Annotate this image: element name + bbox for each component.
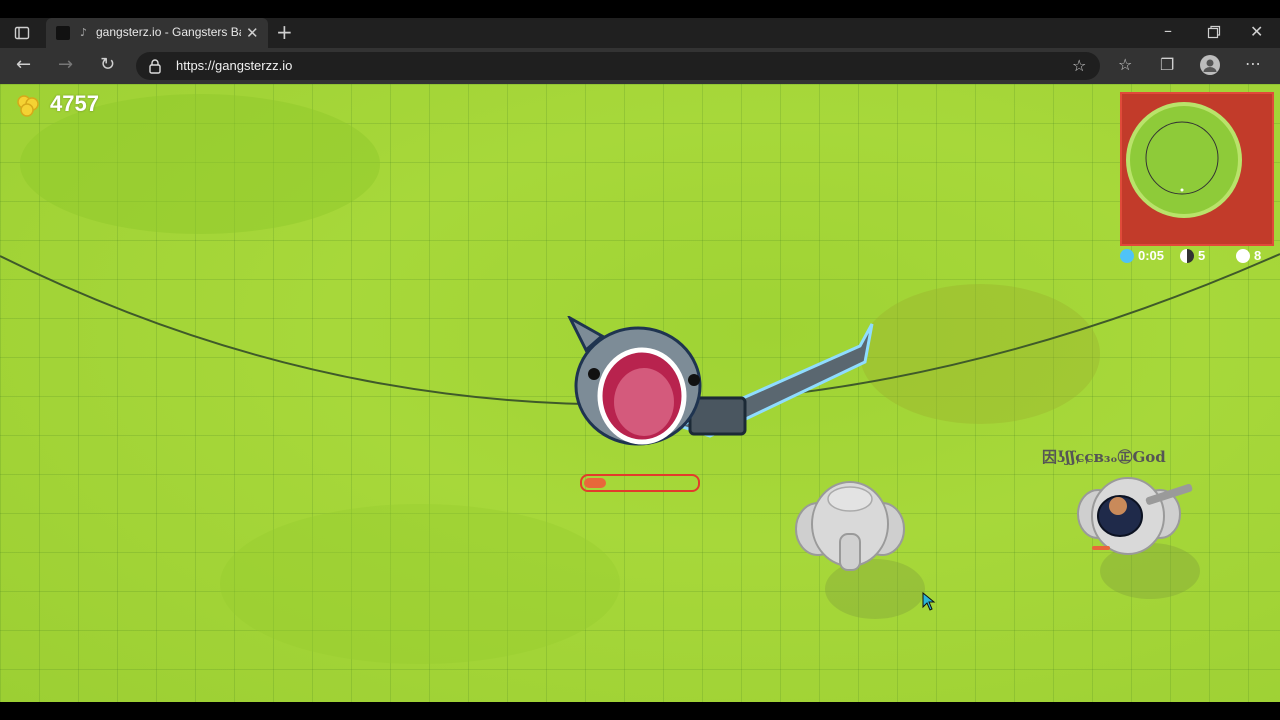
tab-title: gangsterz.io - Gangsters Batt: [96, 25, 241, 39]
favorites-icon[interactable]: ☆: [1118, 57, 1132, 73]
bottom-letterbox: [0, 702, 1280, 720]
new-tab-icon[interactable]: +: [276, 22, 293, 42]
more-icon[interactable]: ⋯: [1245, 56, 1261, 72]
forward-icon[interactable]: →: [58, 56, 73, 74]
audio-icon: ♪: [80, 26, 88, 39]
lock-icon[interactable]: [148, 58, 162, 77]
kills-icon: [1236, 249, 1250, 263]
stat-three-value: 8: [1254, 248, 1262, 263]
cursor-icon: [922, 592, 936, 611]
collections-icon[interactable]: ❐: [1160, 57, 1174, 73]
timer-value: 0:05: [1138, 248, 1165, 263]
url-field[interactable]: https://gangsterzz.io ☆: [136, 52, 1100, 80]
player-health-bar: [580, 474, 700, 492]
shield-icon: [1180, 249, 1194, 263]
coin-icon: [14, 92, 42, 124]
tab-bar: ♪ gangsterz.io - Gangsters Batt ✕ + – ✕: [0, 18, 1280, 48]
minimap: [1120, 92, 1274, 246]
enemy-name-tag: 因ʖʃʃɕɕʙ₃ₒ㊣God: [1042, 448, 1166, 466]
elephant-statue: [795, 481, 925, 619]
refresh-icon[interactable]: ↻: [100, 56, 115, 74]
timer-icon: [1120, 249, 1134, 263]
address-bar: ← → ↻ https://gangsterzz.io ☆ ☆ ❐ ⋯: [0, 48, 1280, 84]
tab-favicon: [56, 26, 70, 40]
add-favorite-icon[interactable]: ☆: [1072, 58, 1086, 74]
coin-count: 4757: [50, 91, 99, 116]
stat-two-value: 5: [1198, 248, 1206, 263]
player-shark: [567, 316, 874, 446]
url-text: https://gangsterzz.io: [176, 58, 293, 73]
close-tab-icon[interactable]: ✕: [246, 25, 259, 41]
minimize-icon[interactable]: –: [1164, 23, 1172, 39]
profile-icon[interactable]: [1200, 55, 1220, 75]
back-icon[interactable]: ←: [16, 56, 31, 74]
game-canvas[interactable]: 4757 0:05 5 8 因ʖʃʃɕɕʙ₃ₒ㊣God: [0, 84, 1280, 702]
close-window-icon[interactable]: ✕: [1250, 24, 1263, 40]
restore-icon[interactable]: [1207, 25, 1221, 42]
sidebar-icon[interactable]: [14, 25, 30, 44]
health-fill: [584, 478, 606, 488]
active-tab[interactable]: ♪ gangsterz.io - Gangsters Batt ✕: [46, 18, 268, 48]
enemy-player[interactable]: [1070, 476, 1210, 606]
